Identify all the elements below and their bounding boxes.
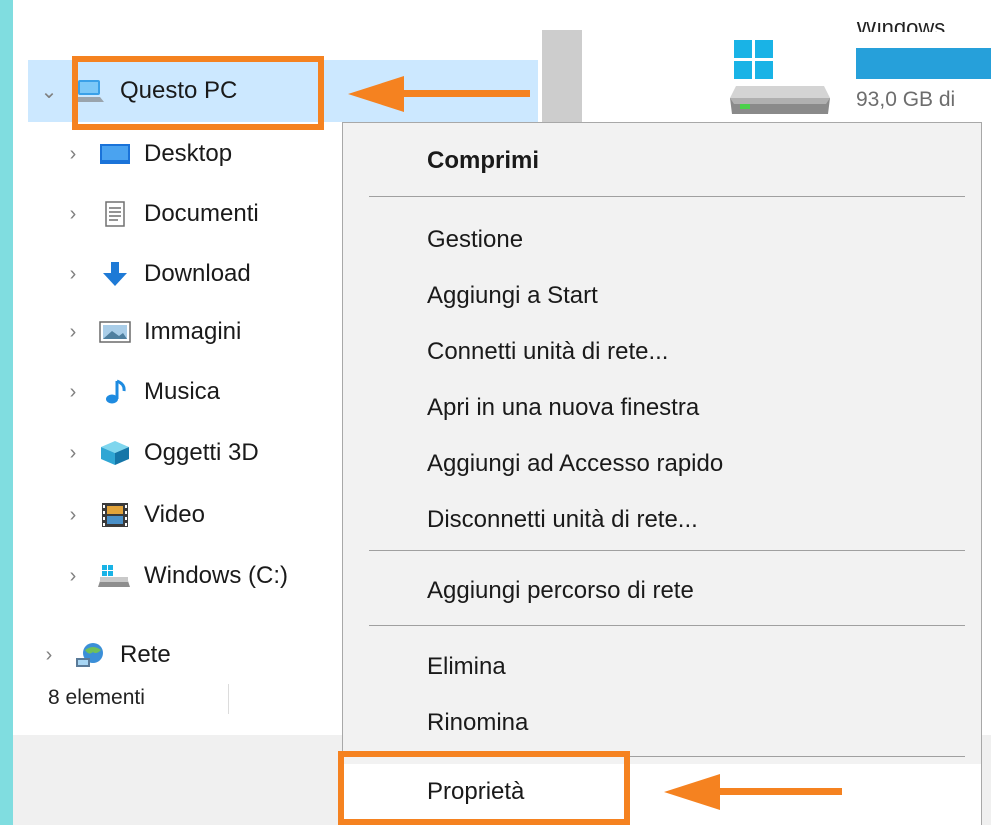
left-edge-strip [0,0,13,825]
windows-drive-icon[interactable] [728,38,834,118]
tree-item-video[interactable]: › Video [62,495,205,535]
tree-item-desktop[interactable]: › Desktop [62,134,232,174]
context-menu: Comprimi Gestione Aggiungi a Start Conne… [342,122,982,825]
chevron-right-icon[interactable]: › [62,321,84,343]
menu-item-aggiungi-a-start[interactable]: Aggiungi a Start [427,282,598,310]
drive-free-space: 93,0 GB di [856,88,956,111]
video-icon [98,502,132,528]
chevron-right-icon[interactable]: › [38,644,60,666]
tree-item-label: Video [144,501,205,528]
tree-item-label: Musica [144,378,221,405]
tree-item-download[interactable]: › Download [62,254,251,294]
item-count-status: 8 elementi [48,686,145,709]
menu-separator [369,550,965,551]
tree-item-oggetti-3d[interactable]: › Oggetti 3D [62,433,259,473]
music-icon [98,379,132,405]
scrollbar[interactable] [542,30,582,130]
tree-item-immagini[interactable]: › Immagini [62,312,242,352]
tree-item-windows-c[interactable]: › Windows (C:) [62,556,288,596]
tree-item-label: Windows (C:) [144,562,289,589]
menu-separator [369,196,965,197]
chevron-down-icon[interactable]: ⌄ [38,80,60,103]
tree-item-label: Rete [120,641,171,668]
status-divider [228,684,229,714]
chevron-right-icon[interactable]: › [62,143,84,165]
network-icon [74,642,108,668]
tree-item-label: Oggetti 3D [144,439,259,466]
tree-item-musica[interactable]: › Musica [62,372,220,412]
annotation-arrow-left-icon [664,774,842,810]
cube-3d-icon [98,440,132,466]
menu-item-aggiungi-percorso-di-rete[interactable]: Aggiungi percorso di rete [427,577,694,605]
chevron-right-icon[interactable]: › [62,565,84,587]
chevron-right-icon[interactable]: › [62,442,84,464]
menu-item-gestione[interactable]: Gestione [427,226,523,254]
chevron-right-icon[interactable]: › [62,263,84,285]
pictures-icon [98,319,132,345]
tree-item-documenti[interactable]: › Documenti [62,194,259,234]
download-icon [98,261,132,287]
chevron-right-icon[interactable]: › [62,203,84,225]
menu-item-rinomina[interactable]: Rinomina [427,709,528,737]
annotation-box-questo-pc [72,56,324,130]
desktop-icon [98,141,132,167]
windows-drive-icon [98,563,132,589]
menu-item-apri-nuova-finestra[interactable]: Apri in una nuova finestra [427,394,699,422]
annotation-box-proprieta [338,751,630,825]
document-icon [98,201,132,227]
annotation-arrow-left-icon [348,76,530,112]
menu-item-disconnetti-unita-di-rete[interactable]: Disconnetti unità di rete... [427,506,698,534]
chevron-right-icon[interactable]: › [62,381,84,403]
chevron-right-icon[interactable]: › [62,504,84,526]
drive-usage-bar [856,48,991,79]
menu-separator [369,625,965,626]
tree-item-rete[interactable]: › Rete [38,635,171,675]
tree-item-label: Documenti [144,200,259,227]
menu-item-comprimi[interactable]: Comprimi [427,147,539,175]
menu-item-elimina[interactable]: Elimina [427,653,506,681]
tree-item-label: Immagini [144,318,242,345]
menu-item-connetti-unita-di-rete[interactable]: Connetti unità di rete... [427,338,668,366]
menu-item-aggiungi-accesso-rapido[interactable]: Aggiungi ad Accesso rapido [427,450,723,478]
tree-item-label: Desktop [144,140,233,167]
tree-item-label: Download [144,260,251,287]
